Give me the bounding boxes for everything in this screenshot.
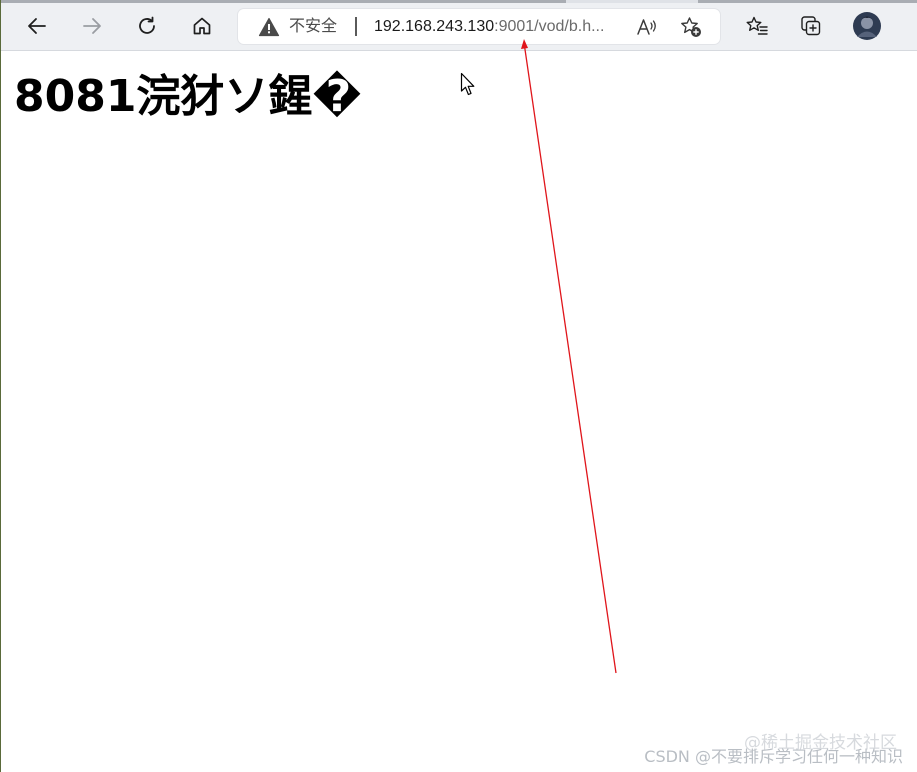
url-host: 192.168.243.130 (374, 18, 495, 35)
address-bar[interactable]: 不安全 192.168.243.130:9001/vod/b.h... (238, 9, 720, 44)
collections-button[interactable] (796, 11, 826, 41)
home-button[interactable] (187, 11, 217, 41)
csdn-watermark: CSDN @不要排斥学习任何一种知识 (644, 747, 903, 766)
security-status-label[interactable]: 不安全 (289, 16, 337, 36)
page-heading: 8081浣犲ソ鍟� (14, 71, 362, 122)
back-arrow-icon (28, 18, 46, 34)
read-aloud-icon (637, 19, 656, 35)
read-aloud-button[interactable] (635, 15, 659, 39)
inactive-tab-edge (698, 0, 917, 3)
back-button[interactable] (22, 11, 52, 41)
home-icon (193, 17, 211, 35)
add-favorite-icon (681, 17, 701, 37)
refresh-icon (139, 16, 155, 34)
refresh-button[interactable] (132, 11, 162, 41)
browser-window: 不安全 192.168.243.130:9001/vod/b.h... 8081… (0, 0, 917, 772)
address-divider (355, 17, 357, 36)
mouse-cursor-icon (460, 72, 475, 96)
favorites-button[interactable] (742, 11, 772, 41)
profile-button[interactable] (852, 11, 882, 41)
forward-arrow-icon (83, 18, 101, 34)
url-text[interactable]: 192.168.243.130:9001/vod/b.h... (374, 17, 604, 37)
url-path: :9001/vod/b.h... (494, 18, 605, 35)
collections-icon (801, 16, 821, 36)
active-tab-edge (1, 0, 566, 3)
browser-toolbar: 不安全 192.168.243.130:9001/vod/b.h... (1, 0, 917, 51)
favorites-icon (746, 16, 768, 35)
forward-button[interactable] (77, 11, 107, 41)
warning-triangle-icon[interactable] (258, 17, 280, 37)
add-favorite-button[interactable] (679, 15, 703, 39)
profile-avatar (853, 12, 881, 40)
